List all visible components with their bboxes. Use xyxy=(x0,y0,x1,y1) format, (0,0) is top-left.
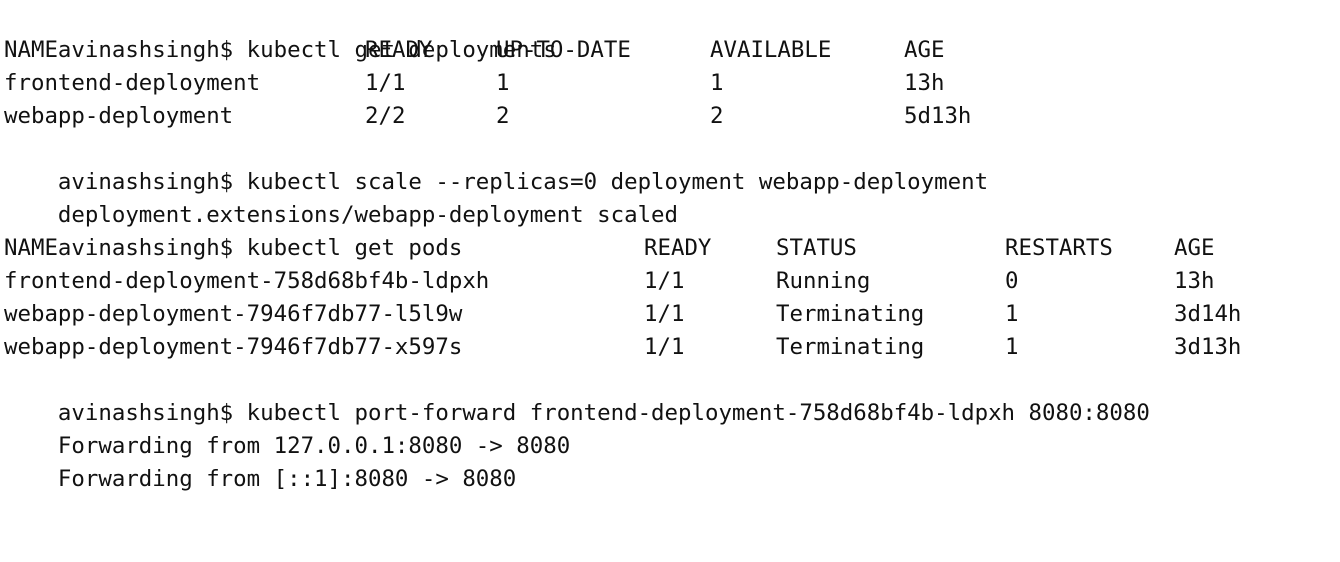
deployment-ready: 2/2 xyxy=(365,103,406,129)
column-header-name: NAME xyxy=(4,37,58,63)
pod-ready: 1/1 xyxy=(644,268,685,294)
column-header-available: AVAILABLE xyxy=(710,37,832,63)
pod-restarts: 1 xyxy=(1005,301,1019,327)
command-line: avinashsingh$ kubectl scale --replicas=0… xyxy=(4,133,1340,195)
column-header-restarts: RESTARTS xyxy=(1005,235,1113,261)
column-header-status: STATUS xyxy=(776,235,857,261)
pod-ready: 1/1 xyxy=(644,301,685,327)
column-header-ready: READY xyxy=(644,235,712,261)
pod-restarts: 0 xyxy=(1005,268,1019,294)
deployment-available: 1 xyxy=(710,70,724,96)
deployment-ready: 1/1 xyxy=(365,70,406,96)
terminal-window[interactable]: avinashsingh$ kubectl get deployments NA… xyxy=(0,1,1340,492)
table-row: frontend-deployment-758d68bf4b-ldpxh 1/1… xyxy=(4,265,1340,298)
deployment-up-to-date: 2 xyxy=(496,103,510,129)
output-line: Forwarding from 127.0.0.1:8080 -> 8080 xyxy=(4,397,1340,459)
pod-age: 3d14h xyxy=(1174,301,1242,327)
pod-name: frontend-deployment-758d68bf4b-ldpxh xyxy=(4,268,490,294)
output-line: Forwarding from [::1]:8080 -> 8080 xyxy=(4,430,1340,492)
column-header-ready: READY xyxy=(365,37,433,63)
command-line: avinashsingh$ kubectl get pods xyxy=(4,199,1340,261)
pod-ready: 1/1 xyxy=(644,334,685,360)
pod-name: webapp-deployment-7946f7db77-x597s xyxy=(4,334,463,360)
output-text: Forwarding from [::1]:8080 -> 8080 xyxy=(57,466,517,492)
deployment-name: frontend-deployment xyxy=(4,70,261,96)
output-line: deployment.extensions/webapp-deployment … xyxy=(4,166,1340,228)
column-header-age: AGE xyxy=(904,37,945,63)
table-row: frontend-deployment 1/1 1 1 13h xyxy=(4,67,1340,100)
column-header-up-to-date: UP-TO-DATE xyxy=(496,37,631,63)
deployment-name: webapp-deployment xyxy=(4,103,234,129)
deployment-age: 13h xyxy=(904,70,945,96)
deployment-available: 2 xyxy=(710,103,724,129)
deployment-up-to-date: 1 xyxy=(496,70,510,96)
table-header: NAME READY UP-TO-DATE AVAILABLE AGE xyxy=(4,34,1340,67)
pod-name: webapp-deployment-7946f7db77-l5l9w xyxy=(4,301,463,327)
table-row: webapp-deployment-7946f7db77-l5l9w 1/1 T… xyxy=(4,298,1340,331)
table-header: NAME READY STATUS RESTARTS AGE xyxy=(4,232,1340,265)
pod-age: 3d13h xyxy=(1174,334,1242,360)
deployment-age: 5d13h xyxy=(904,103,972,129)
pod-status: Terminating xyxy=(776,301,925,327)
pod-age: 13h xyxy=(1174,268,1215,294)
column-header-name: NAME xyxy=(4,235,58,261)
pod-restarts: 1 xyxy=(1005,334,1019,360)
pod-status: Terminating xyxy=(776,334,925,360)
command-line: avinashsingh$ kubectl port-forward front… xyxy=(4,364,1340,426)
column-header-age: AGE xyxy=(1174,235,1215,261)
command-line: avinashsingh$ kubectl get deployments xyxy=(4,1,1340,63)
table-row: webapp-deployment-7946f7db77-x597s 1/1 T… xyxy=(4,331,1340,364)
table-row: webapp-deployment 2/2 2 2 5d13h xyxy=(4,100,1340,133)
pod-status: Running xyxy=(776,268,871,294)
